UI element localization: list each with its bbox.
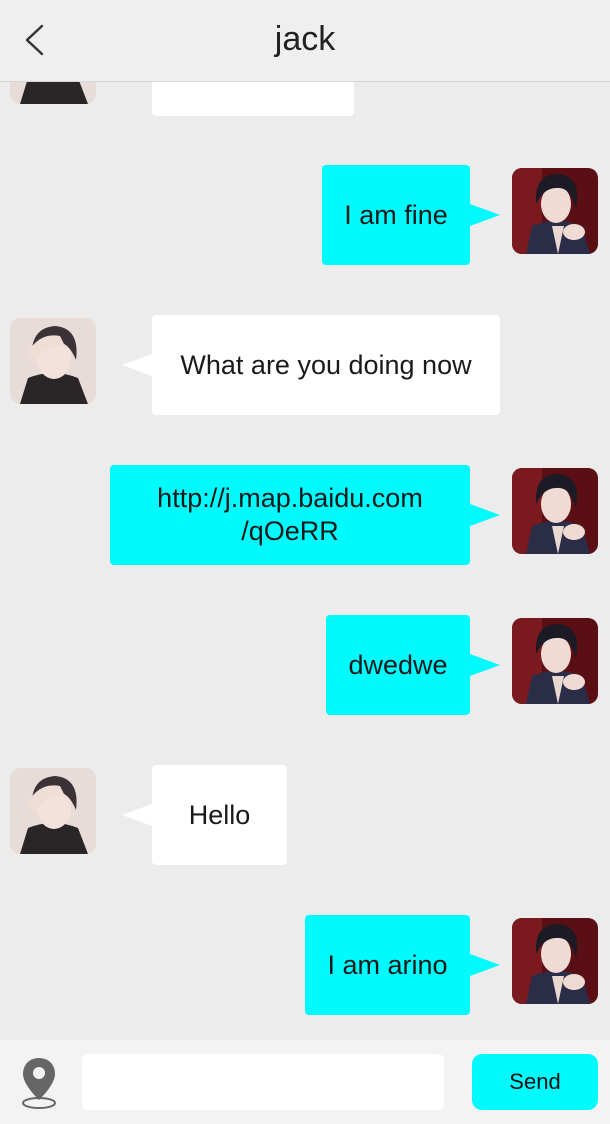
- message-text: I am fine: [344, 199, 448, 230]
- location-pin-icon: [22, 1058, 56, 1109]
- user-avatar[interactable]: [512, 468, 598, 554]
- message-input[interactable]: [82, 1054, 444, 1110]
- bubble-tail: [470, 954, 500, 976]
- message-text: dwedwe: [348, 649, 448, 680]
- top-bar: jack: [0, 0, 610, 82]
- message-bubble-outgoing[interactable]: http://j.map.baidu.com /qOeRR: [110, 465, 470, 565]
- user-avatar[interactable]: [512, 618, 598, 704]
- user-avatar[interactable]: [512, 918, 598, 1004]
- bubble-tail: [470, 204, 500, 226]
- send-button[interactable]: Send: [472, 1054, 598, 1110]
- page-title: jack: [274, 20, 336, 58]
- message-link[interactable]: http://j.map.baidu.com /qOeRR: [157, 482, 423, 548]
- bubble-tail: [122, 354, 152, 376]
- bubble-tail: [470, 654, 500, 676]
- message-text: What are you doing now: [180, 349, 472, 380]
- message-bubble-incoming[interactable]: Hello: [152, 765, 287, 865]
- contact-avatar[interactable]: [10, 318, 96, 404]
- message-bubble-incoming[interactable]: What are you doing now: [152, 315, 500, 415]
- user-avatar[interactable]: [512, 168, 598, 254]
- contact-avatar[interactable]: [10, 768, 96, 854]
- message-text: I am arino: [327, 949, 448, 980]
- bubble-tail: [122, 804, 152, 826]
- message-text: Hello: [188, 799, 251, 830]
- location-button[interactable]: [18, 1054, 60, 1110]
- message-bubble-outgoing[interactable]: I am fine: [322, 165, 470, 265]
- bubble-tail: [470, 504, 500, 526]
- chat-area[interactable]: I am fine What are you doing now http://…: [0, 0, 610, 1040]
- message-bubble-outgoing[interactable]: I am arino: [305, 915, 470, 1015]
- message-bubble-outgoing[interactable]: dwedwe: [326, 615, 470, 715]
- composer-bar: Send: [0, 1040, 610, 1124]
